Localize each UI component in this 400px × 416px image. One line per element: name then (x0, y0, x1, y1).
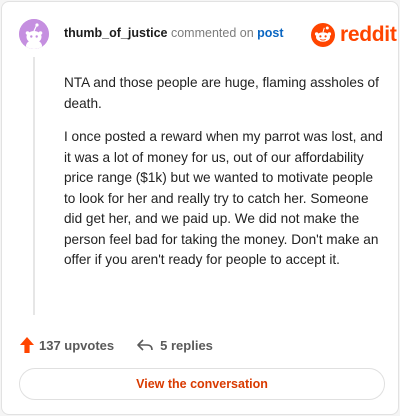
upvote-arrow-icon[interactable] (19, 336, 35, 354)
comment-body: NTA and those people are huge, flaming a… (64, 73, 386, 284)
reddit-logo-icon (311, 23, 335, 47)
comment-card: thumb_of_justice commented on post reddi… (1, 1, 399, 415)
thread-line (33, 57, 35, 315)
username-link[interactable]: thumb_of_justice (64, 26, 168, 40)
comment-paragraph-2: I once posted a reward when my parrot wa… (64, 129, 383, 267)
reddit-wordmark: reddit (340, 23, 397, 46)
comment-header: thumb_of_justice commented on post (64, 26, 284, 40)
view-conversation-button[interactable]: View the conversation (19, 368, 385, 400)
comment-paragraph-1: NTA and those people are huge, flaming a… (64, 75, 379, 111)
post-link[interactable]: post (257, 26, 283, 40)
snoo-avatar-icon (19, 19, 49, 49)
reddit-logo[interactable]: reddit (311, 22, 397, 48)
reply-count[interactable]: 5 replies (160, 338, 213, 353)
user-avatar[interactable] (19, 19, 49, 49)
reply-arrow-icon[interactable] (136, 338, 154, 352)
comment-footer: 137 upvotes 5 replies (19, 335, 213, 355)
upvote-count: 137 upvotes (39, 337, 115, 353)
commented-on-text: commented on (170, 26, 254, 40)
